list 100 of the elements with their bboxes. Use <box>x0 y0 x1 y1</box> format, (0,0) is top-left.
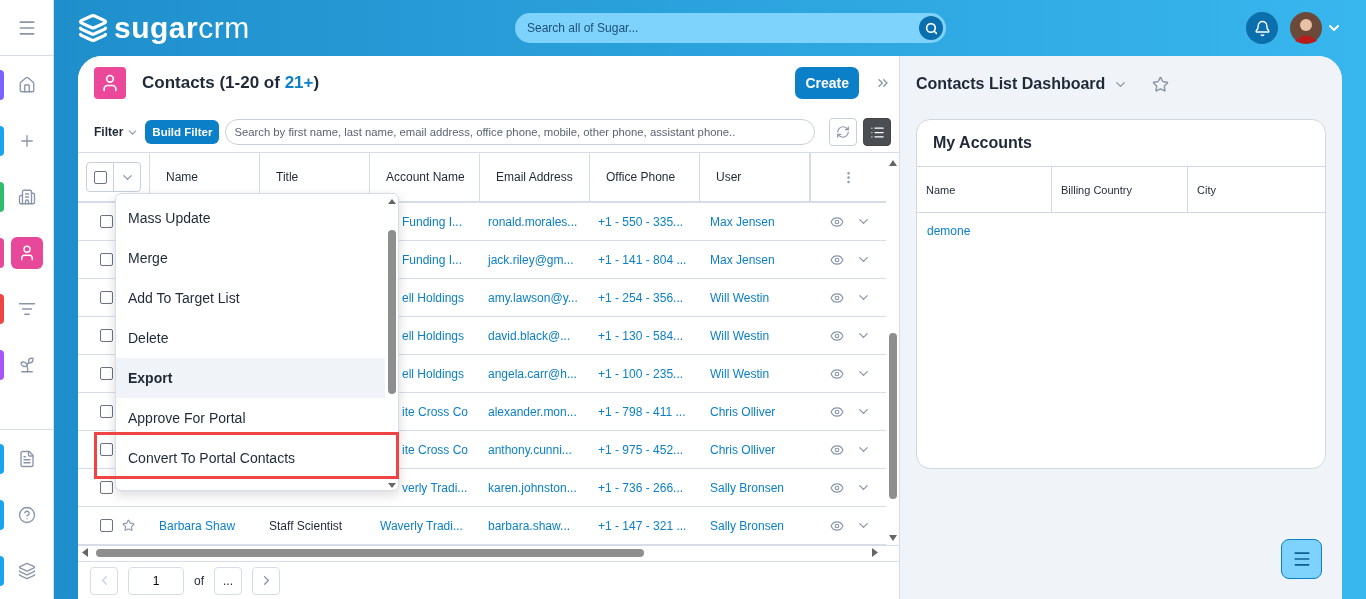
build-filter-button[interactable]: Build Filter <box>145 120 220 144</box>
page-count-button[interactable]: ... <box>214 566 242 595</box>
refresh-icon <box>836 125 851 139</box>
preview-icon[interactable] <box>830 366 844 381</box>
scroll-up-arrow[interactable] <box>889 160 897 166</box>
user-link[interactable]: Will Westin <box>710 328 770 343</box>
account-link[interactable]: ite Cross Co <box>402 442 469 457</box>
menu-button[interactable] <box>1281 539 1322 579</box>
phone-link[interactable]: +1 - 254 - 356... <box>598 290 684 305</box>
user-link[interactable]: Sally Bronsen <box>710 518 785 533</box>
contact-name-link[interactable]: Barbara Shaw <box>159 518 236 533</box>
refresh-button[interactable] <box>829 118 858 146</box>
account-link[interactable]: ite Cross Co <box>402 404 469 419</box>
select-all-checkbox[interactable] <box>93 170 107 184</box>
preview-icon[interactable] <box>830 290 844 305</box>
account-link[interactable]: ell Holdings <box>402 328 465 343</box>
logo-text: sugarcrm <box>114 11 250 45</box>
user-link[interactable]: Will Westin <box>710 290 770 305</box>
email-link[interactable]: anthony.cunni... <box>488 442 572 457</box>
column-header[interactable]: User <box>700 153 810 201</box>
avatar[interactable] <box>1290 12 1322 44</box>
star-icon[interactable] <box>1152 75 1170 93</box>
mass-select-control[interactable] <box>86 162 141 192</box>
filter-dropdown[interactable]: Filter <box>94 125 140 139</box>
scroll-down-arrow[interactable] <box>889 535 897 541</box>
email-link[interactable]: ronald.morales... <box>488 214 578 229</box>
email-link[interactable]: jack.riley@gm... <box>488 252 574 267</box>
phone-link[interactable]: +1 - 975 - 452... <box>598 442 684 457</box>
row-checkbox[interactable] <box>100 329 113 342</box>
account-link[interactable]: ell Holdings <box>402 366 465 381</box>
email-link[interactable]: barbara.shaw... <box>488 518 571 533</box>
building-icon <box>17 188 36 206</box>
person-icon <box>100 73 120 93</box>
phone-link[interactable]: +1 - 550 - 335... <box>598 214 684 229</box>
menu-item[interactable]: Export <box>116 358 385 398</box>
account-link[interactable]: Funding I... <box>402 214 463 229</box>
page-of-label: of <box>194 573 204 588</box>
list-icon <box>869 124 885 140</box>
scroll-right-arrow[interactable] <box>872 548 878 557</box>
column-header[interactable]: Billing Country <box>1052 167 1188 212</box>
bell-icon <box>1253 19 1271 37</box>
dashboard-title[interactable]: Contacts List Dashboard <box>916 75 1106 93</box>
preview-icon[interactable] <box>830 252 844 267</box>
home-icon <box>17 76 36 94</box>
email-link[interactable]: amy.lawson@y... <box>488 290 578 305</box>
sprout-icon <box>17 356 36 374</box>
row-checkbox[interactable] <box>100 443 113 456</box>
preview-icon[interactable] <box>830 480 844 495</box>
user-link[interactable]: Chris Olliver <box>710 404 776 419</box>
preview-icon[interactable] <box>830 214 844 229</box>
scroll-left-arrow[interactable] <box>82 548 88 557</box>
user-link[interactable]: Sally Bronsen <box>710 480 785 495</box>
preview-icon[interactable] <box>830 442 844 457</box>
row-checkbox[interactable] <box>100 367 113 380</box>
list-search-field[interactable]: Search by first name, last name, email address, office phone, mobile, other phone, assistant phone.. <box>225 119 816 145</box>
list-view-button[interactable] <box>863 118 891 146</box>
account-link[interactable]: verly Tradi... <box>402 480 468 495</box>
global-search-field[interactable]: Search all of Sugar... <box>515 13 946 43</box>
user-link[interactable]: Max Jensen <box>710 252 775 267</box>
phone-link[interactable]: +1 - 736 - 266... <box>598 480 684 495</box>
row-checkbox[interactable] <box>100 253 113 266</box>
phone-link[interactable]: +1 - 100 - 235... <box>598 366 684 381</box>
email-link[interactable]: karen.johnston... <box>488 480 577 495</box>
phone-link[interactable]: +1 - 141 - 804 ... <box>598 252 687 267</box>
phone-link[interactable]: +1 - 798 - 411 ... <box>598 404 686 419</box>
column-header[interactable]: Email Address <box>480 153 590 201</box>
preview-icon[interactable] <box>830 518 844 533</box>
user-link[interactable]: Chris Olliver <box>710 442 776 457</box>
page-field[interactable]: 1 <box>128 566 184 595</box>
row-checkbox[interactable] <box>100 519 113 532</box>
row-checkbox[interactable] <box>100 481 113 494</box>
row-checkbox[interactable] <box>100 215 113 228</box>
email-link[interactable]: alexander.mon... <box>488 404 577 419</box>
account-link[interactable]: ell Holdings <box>402 290 465 305</box>
dashlet-title: My Accounts <box>917 120 1325 167</box>
search-icon <box>924 21 938 35</box>
document-icon <box>17 450 36 468</box>
logo-icon <box>78 13 108 43</box>
phone-link[interactable]: +1 - 147 - 321 ... <box>598 518 687 533</box>
user-link[interactable]: Will Westin <box>710 366 770 381</box>
email-link[interactable]: angela.carr@h... <box>488 366 577 381</box>
column-header[interactable]: Name <box>917 167 1052 212</box>
account-link[interactable]: demone <box>927 224 971 238</box>
list-title: Contacts (1-20 of 21+) <box>142 73 320 93</box>
row-checkbox[interactable] <box>100 405 113 418</box>
star-icon[interactable] <box>122 519 135 532</box>
preview-icon[interactable] <box>830 404 844 419</box>
row-checkbox[interactable] <box>100 291 113 304</box>
account-link[interactable]: Funding I... <box>402 252 463 267</box>
notifications-button[interactable] <box>1246 12 1278 44</box>
help-icon <box>17 506 36 524</box>
phone-link[interactable]: +1 - 130 - 584... <box>598 328 684 343</box>
user-link[interactable]: Max Jensen <box>710 214 775 229</box>
column-header[interactable]: City <box>1188 167 1325 212</box>
column-header[interactable]: Office Phone <box>590 153 700 201</box>
preview-icon[interactable] <box>830 328 844 343</box>
create-button[interactable]: Create <box>795 67 859 99</box>
account-link[interactable]: Waverly Tradi... <box>380 518 463 533</box>
email-link[interactable]: david.black@... <box>488 328 571 343</box>
filter-icon <box>17 300 36 318</box>
